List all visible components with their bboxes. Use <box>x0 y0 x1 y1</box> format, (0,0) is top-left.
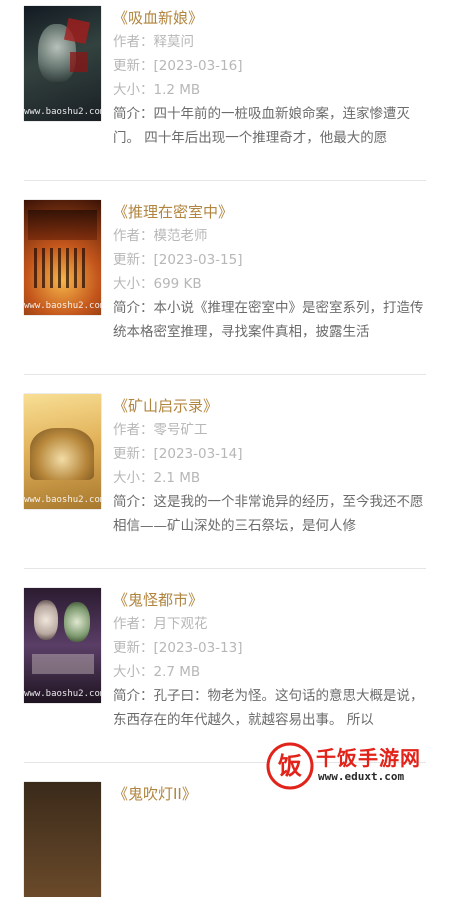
book-updated: 更新：[2023-03-15] <box>113 252 243 268</box>
site-watermark: 饭 千饭手游网 www.eduxt.com <box>266 742 436 790</box>
book-intro: 简介：孔子曰：物老为怪。这句话的意思大概是说，东西存在的年代越久，就越容易出事。… <box>113 688 424 728</box>
book-author: 作者：零号矿工 <box>113 422 208 438</box>
book-size: 大小：1.2 MB <box>113 82 201 98</box>
book-cover[interactable]: www.baoshu2.com <box>24 200 101 315</box>
book-title[interactable]: 《推理在密室中》 <box>113 200 428 224</box>
book-cover[interactable] <box>24 782 101 897</box>
book-list: www.baoshu2.com 《吸血新娘》 作者：释莫问 更新：[2023-0… <box>0 0 450 897</box>
book-author: 作者：月下观花 <box>113 616 208 632</box>
rice-logo-icon: 饭 <box>266 742 314 790</box>
book-updated: 更新：[2023-03-16] <box>113 58 243 74</box>
book-author: 作者：释莫问 <box>113 34 194 50</box>
cover-site-text: www.baoshu2.com <box>24 301 101 311</box>
book-title[interactable]: 《矿山启示录》 <box>113 394 428 418</box>
book-cover[interactable]: www.baoshu2.com <box>24 6 101 121</box>
watermark-title: 千饭手游网 <box>316 746 421 770</box>
logo-char: 饭 <box>278 752 302 780</box>
book-intro: 简介：四十年前的一桩吸血新娘命案，连家惨遭灭门。 四十年后出现一个推理奇才，他最… <box>113 106 410 146</box>
book-intro: 简介：这是我的一个非常诡异的经历，至今我还不愿相信——矿山深处的三石祭坛，是何人… <box>113 494 424 534</box>
book-cover[interactable]: www.baoshu2.com <box>24 394 101 509</box>
divider <box>24 568 426 569</box>
book-title[interactable]: 《鬼怪都市》 <box>113 588 428 612</box>
book-size: 大小：2.7 MB <box>113 664 201 680</box>
watermark-url: www.eduxt.com <box>318 770 405 783</box>
cover-site-text: www.baoshu2.com <box>24 495 101 505</box>
book-cover[interactable]: www.baoshu2.com <box>24 588 101 703</box>
book-updated: 更新：[2023-03-14] <box>113 446 243 462</box>
book-intro: 简介：本小说《推理在密室中》是密室系列，打造传统本格密室推理，寻找案件真相，披露… <box>113 300 424 340</box>
book-size: 大小：2.1 MB <box>113 470 201 486</box>
cover-site-text: www.baoshu2.com <box>24 689 101 699</box>
book-title[interactable]: 《吸血新娘》 <box>113 6 428 30</box>
book-size: 大小：699 KB <box>113 276 202 292</box>
divider <box>24 374 426 375</box>
cover-site-text: www.baoshu2.com <box>24 107 101 117</box>
divider <box>24 180 426 181</box>
book-author: 作者：模范老师 <box>113 228 208 244</box>
book-updated: 更新：[2023-03-13] <box>113 640 243 656</box>
